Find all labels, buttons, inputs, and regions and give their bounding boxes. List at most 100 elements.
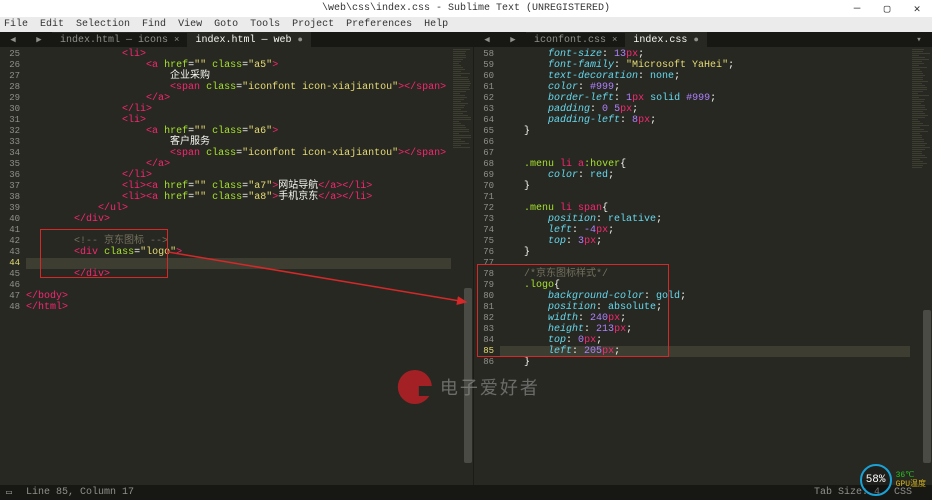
system-hud: 58% 36℃ GPU温度 <box>860 464 926 496</box>
menu-bar: File Edit Selection Find View Goto Tools Projec… <box>0 17 932 32</box>
code-line[interactable] <box>500 137 910 148</box>
left-code[interactable]: <li> <a href="" class="a5"> 企业采购 <span c… <box>26 47 451 485</box>
code-line[interactable]: </a> <box>26 159 451 170</box>
code-line[interactable]: 客户服务 <box>26 137 451 148</box>
code-line[interactable]: <a href="" class="a5"> <box>26 60 451 71</box>
tab-index-html-icons[interactable]: index.html — icons × <box>52 32 187 47</box>
code-line[interactable]: <li> <box>26 49 451 60</box>
code-line[interactable]: </body> <box>26 291 451 302</box>
code-line[interactable] <box>26 225 451 236</box>
code-line[interactable]: } <box>500 357 910 368</box>
code-line[interactable]: height: 213px; <box>500 324 910 335</box>
code-line[interactable] <box>500 192 910 203</box>
tab-close-icon[interactable]: × <box>174 35 179 45</box>
code-line[interactable]: <li><a href="" class="a7">网站导航</a></li> <box>26 181 451 192</box>
menu-selection[interactable]: Selection <box>76 19 130 30</box>
code-line[interactable]: <span class="iconfont icon-xiajiantou"><… <box>26 82 451 93</box>
menu-preferences[interactable]: Preferences <box>346 19 412 30</box>
nav-fwd-icon[interactable]: ▶ <box>500 32 526 47</box>
right-gutter: 5859606162636465666768697071727374757677… <box>474 47 500 485</box>
code-line[interactable]: } <box>500 126 910 137</box>
scrollbar[interactable] <box>463 47 473 485</box>
tab-label: iconfont.css <box>534 35 606 46</box>
menu-tools[interactable]: Tools <box>250 19 280 30</box>
window-title: \web\css\index.css - Sublime Text (UNREG… <box>322 3 610 14</box>
code-line[interactable] <box>500 148 910 159</box>
code-line[interactable]: } <box>500 181 910 192</box>
code-line[interactable]: </html> <box>26 302 451 313</box>
overflow-icon[interactable]: ▾ <box>906 32 932 47</box>
tab-iconfont-css[interactable]: iconfont.css × <box>526 32 625 47</box>
code-line[interactable]: color: red; <box>500 170 910 181</box>
tab-label: index.html — icons <box>60 35 168 46</box>
menu-edit[interactable]: Edit <box>40 19 64 30</box>
code-line[interactable]: border-left: 1px solid #999; <box>500 93 910 104</box>
code-line[interactable]: /*京东图标样式*/ <box>500 269 910 280</box>
watermark: 电子爱好者 <box>398 370 540 404</box>
code-line[interactable]: .menu li span{ <box>500 203 910 214</box>
code-line[interactable]: .logo{ <box>500 280 910 291</box>
tab-label: index.html — web <box>195 35 291 46</box>
window-titlebar: \web\css\index.css - Sublime Text (UNREG… <box>0 0 932 17</box>
status-panel-icon[interactable]: ▭ <box>6 487 12 499</box>
code-line[interactable]: <a href="" class="a6"> <box>26 126 451 137</box>
nav-back-icon[interactable]: ◀ <box>474 32 500 47</box>
maximize-button[interactable]: ▢ <box>872 0 902 17</box>
nav-back-icon[interactable]: ◀ <box>0 32 26 47</box>
code-line[interactable]: <li><a href="" class="a8">手机京东</a></li> <box>26 192 451 203</box>
code-line[interactable]: position: absolute; <box>500 302 910 313</box>
left-gutter: 2526272829303132333435363738394041424344… <box>0 47 26 485</box>
code-line[interactable]: </div> <box>26 214 451 225</box>
menu-file[interactable]: File <box>4 19 28 30</box>
code-line[interactable]: font-size: 13px; <box>500 49 910 60</box>
code-line[interactable]: padding-left: 8px; <box>500 115 910 126</box>
menu-project[interactable]: Project <box>292 19 334 30</box>
code-line[interactable]: text-decoration: none; <box>500 71 910 82</box>
tab-dirty-icon[interactable]: ● <box>297 35 302 45</box>
close-button[interactable]: ✕ <box>902 0 932 17</box>
code-line[interactable]: position: relative; <box>500 214 910 225</box>
scrollbar[interactable] <box>922 47 932 485</box>
code-line[interactable]: </a> <box>26 93 451 104</box>
code-line[interactable] <box>26 258 451 269</box>
right-code[interactable]: font-size: 13px; font-family: "Microsoft… <box>500 47 910 485</box>
code-line[interactable]: </li> <box>26 104 451 115</box>
watermark-text: 电子爱好者 <box>440 374 540 400</box>
code-line[interactable]: color: #999; <box>500 82 910 93</box>
hud-temps: 36℃ GPU温度 <box>896 471 926 489</box>
code-line[interactable]: </li> <box>26 170 451 181</box>
code-line[interactable]: left: -4px; <box>500 225 910 236</box>
code-line[interactable]: <li> <box>26 115 451 126</box>
tab-close-icon[interactable]: × <box>612 35 617 45</box>
code-line[interactable]: <!-- 京东图标 --> <box>26 236 451 247</box>
code-line[interactable] <box>500 258 910 269</box>
code-line[interactable]: padding: 0 5px; <box>500 104 910 115</box>
code-line[interactable]: </ul> <box>26 203 451 214</box>
window-controls: — ▢ ✕ <box>842 0 932 17</box>
tab-index-css[interactable]: index.css● <box>625 32 706 47</box>
menu-find[interactable]: Find <box>142 19 166 30</box>
code-line[interactable]: </div> <box>26 269 451 280</box>
code-line[interactable]: background-color: gold; <box>500 291 910 302</box>
tab-index-html-web[interactable]: index.html — web ● <box>187 32 310 47</box>
minimize-button[interactable]: — <box>842 0 872 17</box>
code-line[interactable]: <div class="logo"> <box>26 247 451 258</box>
code-line[interactable]: } <box>500 247 910 258</box>
code-line[interactable]: top: 3px; <box>500 236 910 247</box>
nav-fwd-icon[interactable]: ▶ <box>26 32 52 47</box>
code-line[interactable]: 企业采购 <box>26 71 451 82</box>
tab-dirty-icon[interactable]: ● <box>693 35 698 45</box>
menu-help[interactable]: Help <box>424 19 448 30</box>
code-line[interactable]: <span class="iconfont icon-xiajiantou"><… <box>26 148 451 159</box>
status-bar: ▭ Line 85, Column 17 Tab Size: 4 CSS <box>0 485 932 500</box>
code-line[interactable]: .menu li a:hover{ <box>500 159 910 170</box>
menu-view[interactable]: View <box>178 19 202 30</box>
watermark-logo-icon <box>398 370 432 404</box>
status-line-col: Line 85, Column 17 <box>26 487 134 498</box>
code-line[interactable]: font-family: "Microsoft YaHei"; <box>500 60 910 71</box>
code-line[interactable] <box>26 280 451 291</box>
code-line[interactable]: width: 240px; <box>500 313 910 324</box>
code-line[interactable]: left: 205px; <box>500 346 910 357</box>
menu-goto[interactable]: Goto <box>214 19 238 30</box>
code-line[interactable]: top: 0px; <box>500 335 910 346</box>
